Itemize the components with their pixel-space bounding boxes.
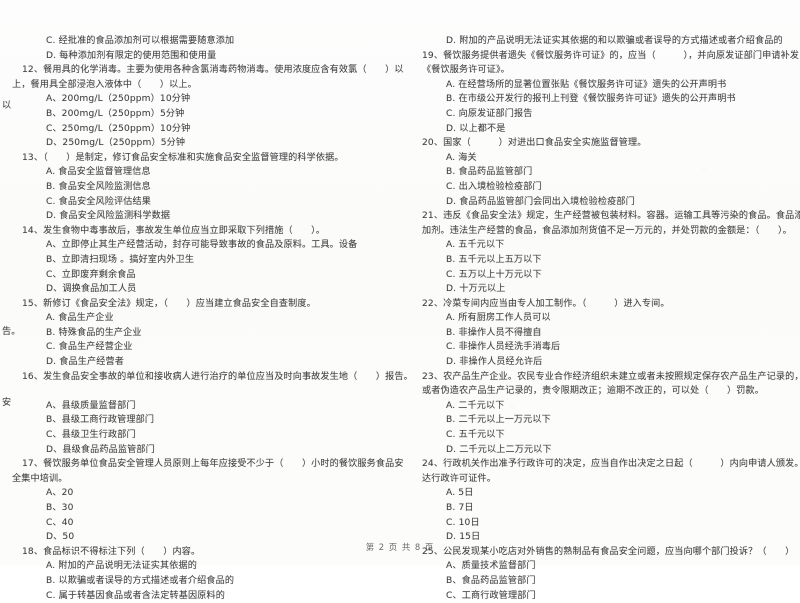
question-continuation-line: 加剂。违法生产经营的食品，食品添加剂货值不足一万元的，并处罚款的金额是：（ ）。 xyxy=(422,225,792,236)
answer-option-line: D. 每种添加剂有限定的使用范围和使用量 xyxy=(46,50,217,61)
answer-option-line: B、立即清扫现场 。搞好室内外卫生 xyxy=(46,254,195,265)
answer-option-line: A、20 xyxy=(46,488,74,499)
answer-option-line: C. 五千元以下 xyxy=(446,430,505,441)
answer-option-line: B、县级工商行政管理部门 xyxy=(46,415,155,426)
answer-option-line: A. 附加的产品说明无法证实其依据的 xyxy=(46,561,197,572)
answer-option-line: D. 以上都不是 xyxy=(446,123,506,134)
answer-option-line: A. 5日 xyxy=(446,488,474,499)
answer-option-line: C、县级卫生行政部门 xyxy=(46,430,136,441)
answer-option-line: A. 食品安全监督管理信息 xyxy=(46,167,151,178)
answer-option-line: A. 二千元以下 xyxy=(446,400,505,411)
question-stem-line: 15、新修订《食品安全法》规定，（ ）应当建立食品安全自查制度。 xyxy=(22,298,316,309)
answer-option-line: D、250mg/L（250ppm）5分钟 xyxy=(46,138,186,149)
answer-option-line: D. 食品安全风险监测科学数据 xyxy=(46,211,171,222)
question-continuation-line: 全集中培训。 xyxy=(12,473,68,484)
answer-option-line: A. 在经营场所的显著位置张贴《餐饮服务许可证》遗失的公开声明书 xyxy=(446,79,727,90)
answer-option-line: C. 非操作人员经洗手消毒后 xyxy=(446,342,561,353)
question-stem-line: 12、餐用具的化学消毒。主要为使用各种含氯消毒药物消毒。使用浓度应含有效氯（ ）… xyxy=(22,65,404,76)
answer-option-line: A、200mg/L（250ppm）10分钟 xyxy=(46,94,191,105)
question-stem-line: 21、违反《食品安全法》规定，生产经营被包装材料。容器。运输工具等污染的食品。食… xyxy=(422,211,800,222)
answer-option-line: C. 五万以上十万元以下 xyxy=(446,269,542,280)
answer-option-line: A. 五千元以下 xyxy=(446,240,505,251)
answer-option-line: D. 非操作人员经允许后 xyxy=(446,357,543,368)
answer-option-line: A. 海关 xyxy=(446,152,477,163)
answer-option-line: B. 食品药品监管部门 xyxy=(446,167,533,178)
question-stem-line: 19、餐饮服务提供者遗失《餐饮服务许可证》的，应当（ ），并向原发证部门申请补发 xyxy=(422,50,800,61)
answer-option-line: A、质量技术监督部门 xyxy=(446,561,536,572)
answer-option-line: B、30 xyxy=(46,503,74,513)
answer-option-line: C. 食品生产经营企业 xyxy=(46,342,133,353)
column-wrap-fragment: 安 xyxy=(2,398,12,408)
question-stem-line: 13、（ ）是制定，修订食品安全标准和实施食品安全监督管理的科学依据。 xyxy=(22,152,344,163)
answer-option-line: A、立即停止其生产经营活动，封存可能导致事故的食品及原料。工具。设备 xyxy=(46,240,358,251)
answer-option-line: C. 出入境检验检疫部门 xyxy=(446,181,542,192)
answer-option-line: B. 非操作人员不得擅自 xyxy=(446,327,542,338)
answer-option-line: D. 食品药品监管部门会同出入境检验检疫部门 xyxy=(446,196,635,207)
answer-option-line: C. 10日 xyxy=(446,517,480,528)
question-stem-line: 20、国家（ ）对进出口食品安全实施监督管理。 xyxy=(422,138,647,149)
answer-option-line: C、工商行政管理部门 xyxy=(446,590,536,601)
page-footer: 第 2 页 共 8 页 xyxy=(0,541,800,553)
column-wrap-fragment: 以 xyxy=(2,101,12,111)
answer-option-line: B. 7日 xyxy=(446,503,474,513)
answer-option-line: D. 食品生产经营者 xyxy=(46,357,124,368)
answer-option-line: B. 以欺骗或者误导的方式描述或者介绍食品的 xyxy=(46,575,235,586)
answer-option-line: B、200mg/L（250ppm）5分钟 xyxy=(46,108,185,119)
question-stem-line: 23、农产品生产企业。农民专业合作经济组织未建立或者未按照规定保存农产品生产记录… xyxy=(422,371,800,382)
column-wrap-fragment: 告。 xyxy=(2,327,21,337)
answer-option-line: C. 食品安全风险评估结果 xyxy=(46,196,152,207)
answer-option-line: B. 五千元以上五万以下 xyxy=(446,254,542,265)
answer-option-line: C、250mg/L（250ppm）10分钟 xyxy=(46,123,191,134)
answer-option-line: D、县级食品药品监管部门 xyxy=(46,444,155,455)
footer-page-indicator: 第 2 页 共 8 页 xyxy=(365,542,435,552)
answer-option-line: B. 特殊食品的生产企业 xyxy=(46,327,142,338)
answer-option-line: D. 十万元以上 xyxy=(446,284,506,295)
question-continuation-line: 上，餐用具全部浸泡入液体中（ ）以上。 xyxy=(12,79,197,90)
answer-option-line: C. 向原发证部门报告 xyxy=(446,108,533,119)
question-stem-line: 22、冷菜专间内应当由专人加工制作。（ ）进入专间。 xyxy=(422,298,670,309)
answer-option-line: A. 食品生产企业 xyxy=(46,313,114,324)
answer-option-line: C. 经批准的食品添加剂可以根据需要随意添加 xyxy=(46,36,235,46)
answer-option-line: C. 属于转基因食品或者含法定转基因原料的 xyxy=(46,590,225,601)
question-stem-line: 14、发生食物中毒事故后，事故发生单位应当立即采取下列措施（ ）。 xyxy=(22,225,326,236)
question-continuation-line: 《餐饮服务许可证》。 xyxy=(422,65,510,76)
answer-option-line: B. 二千元以上一万元以下 xyxy=(446,415,551,426)
answer-option-line: A、县级质量监督部门 xyxy=(46,400,136,411)
right-text-column: D. 附加的产品说明无法证实其依据的和以欺骗或者误导的方式描述或者介绍食品的 19… xyxy=(400,34,800,601)
question-stem-line: 16、发生食品安全事故的单位和接收病人进行治疗的单位应当及时向事故发生地（ ）报… xyxy=(22,371,413,382)
question-continuation-line: 达行政许可证件。 xyxy=(422,473,496,484)
answer-option-line: A. 所有厨房工作人员可以 xyxy=(446,313,551,324)
answer-option-line: C、40 xyxy=(46,517,74,528)
page-content-area: C. 经批准的食品添加剂可以根据需要随意添加 D. 每种添加剂有限定的使用范围和使… xyxy=(0,0,800,601)
question-stem-line: 24、行政机关作出准予行政许可的决定，应当自作出决定之日起（ ）内向申请人颁发。… xyxy=(422,459,800,470)
answer-option-line: D. 附加的产品说明无法证实其依据的和以欺骗或者误导的方式描述或者介绍食品的 xyxy=(446,36,783,46)
question-continuation-line: 或者伪造农产品生产记录的，责令限期改正；逾期不改正的，可以处（ ）罚款。 xyxy=(422,386,765,397)
answer-option-line: D、调换食品加工人员 xyxy=(46,284,137,295)
answer-option-line: C、立即废弃剩余食品 xyxy=(46,269,136,280)
answer-option-line: B. 食品安全风险监测信息 xyxy=(46,181,151,192)
left-text-column: C. 经批准的食品添加剂可以根据需要随意添加 D. 每种添加剂有限定的使用范围和使… xyxy=(4,34,413,601)
answer-option-line: B. 在市级公开发行的报刊上刊登《餐饮服务许可证》遗失的公开声明书 xyxy=(446,94,736,105)
question-stem-line: 17、餐饮服务单位食品安全管理人员原则上每年应接受不少于（ ）小时的餐饮服务食品… xyxy=(22,459,404,470)
answer-option-line: B、食品药品监管部门 xyxy=(446,575,536,586)
answer-option-line: D. 二千元以上二万元以下 xyxy=(446,444,552,455)
